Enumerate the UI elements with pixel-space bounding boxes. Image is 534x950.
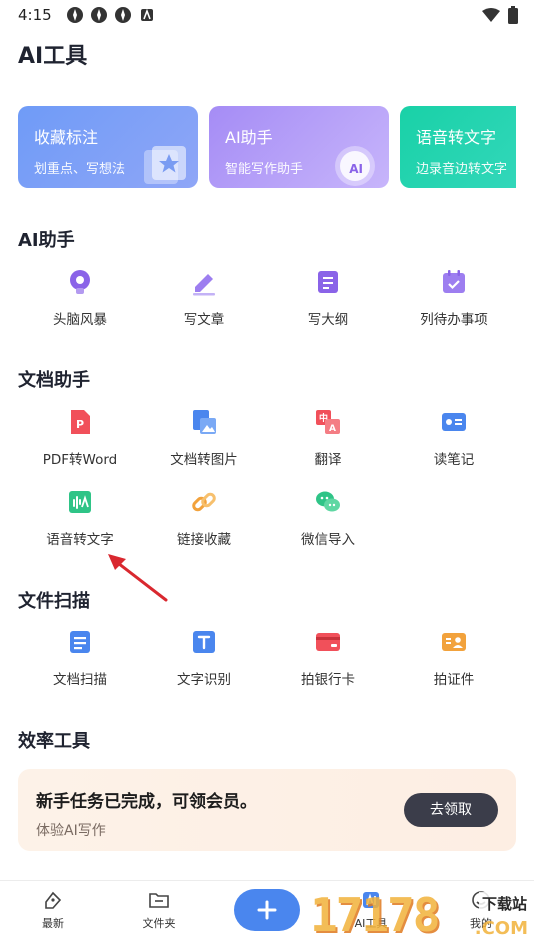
grid-item-speech-to-text[interactable]: 语音转文字	[18, 488, 142, 548]
grid-item-doc-scan[interactable]: 文档扫描	[18, 628, 142, 688]
plus-icon	[257, 900, 277, 920]
grid-item-label: 头脑风暴	[53, 312, 107, 328]
grid-item-label: 列待办事项	[420, 312, 488, 328]
grid-item-label: 文字识别	[177, 672, 231, 688]
status-right	[482, 6, 518, 24]
status-time: 4:15	[18, 6, 52, 24]
section-title-scan: 文件扫描	[18, 591, 90, 612]
watermark-domain: .COM	[474, 918, 528, 939]
nav-recent[interactable]: 最新	[8, 889, 98, 931]
grid-item-label: 链接收藏	[177, 532, 231, 548]
grid-item-doc-to-image[interactable]: 文档转图片	[142, 408, 266, 468]
grid-item-translate[interactable]: 中A 翻译	[266, 408, 390, 468]
add-button[interactable]	[234, 889, 300, 931]
app-notification-icon	[66, 7, 83, 23]
svg-text:A: A	[329, 424, 336, 434]
grid-item-pdf-to-word[interactable]: P PDF转Word	[18, 408, 142, 468]
claim-button[interactable]: 去领取	[404, 793, 498, 827]
text-ocr-icon	[193, 631, 215, 653]
pdf-icon: P	[71, 410, 90, 434]
grid-item-write-article[interactable]: 写文章	[142, 268, 266, 328]
nav-label: 最新	[42, 917, 64, 930]
id-card-icon	[442, 633, 466, 651]
calendar-check-icon	[443, 270, 465, 293]
grid-item-label: 写大纲	[307, 312, 349, 328]
grid-item-bank-card[interactable]: 拍银行卡	[266, 628, 390, 688]
site-watermark: 17178 下载站 .COM	[306, 884, 534, 950]
grid-item-label: 拍证件	[433, 672, 475, 688]
page-title: AI工具	[18, 44, 88, 69]
svg-text:中: 中	[319, 412, 328, 424]
ai-badge-text: AI	[349, 162, 363, 176]
section-title-efficiency: 效率工具	[18, 731, 90, 752]
watermark-site: 下载站	[478, 892, 530, 915]
nav-label: 文件夹	[142, 917, 176, 930]
card-favorite-annotate[interactable]: 收藏标注 划重点、写想法	[18, 106, 198, 188]
card-title: 语音转文字	[416, 128, 497, 147]
brain-icon	[70, 270, 90, 294]
grid-item-label: 写文章	[183, 312, 225, 328]
grid-item-read-notes[interactable]: 读笔记	[392, 408, 516, 468]
pen-icon	[193, 274, 215, 296]
grid-item-brainstorm[interactable]: 头脑风暴	[18, 268, 142, 328]
app-notification-icon	[114, 7, 131, 23]
wechat-icon	[316, 491, 340, 512]
grid-item-label: PDF转Word	[42, 452, 118, 468]
star-card-icon	[144, 146, 186, 184]
audio-text-icon	[69, 491, 91, 513]
grid-item-label: 拍银行卡	[301, 672, 355, 688]
doc-scan-icon	[70, 631, 90, 653]
card-subtitle: 边录音边转文字	[416, 162, 508, 177]
grid-item-label: 微信导入	[301, 532, 355, 548]
bank-card-icon	[316, 633, 340, 651]
recent-icon	[45, 891, 62, 909]
translate-icon: 中A	[316, 410, 340, 434]
grid-item-label: 文档转图片	[170, 452, 238, 468]
grid-item-write-outline[interactable]: 写大纲	[266, 268, 390, 328]
notes-icon	[442, 413, 466, 431]
grid-item-wechat-import[interactable]: 微信导入	[266, 488, 390, 548]
card-ai-assistant[interactable]: AI助手 智能写作助手 AI	[209, 106, 389, 188]
promo-banner: 新手任务已完成，可领会员。 体验AI写作 去领取	[18, 769, 516, 851]
nav-folder[interactable]: 文件夹	[114, 889, 204, 931]
grid-item-label: 读笔记	[433, 452, 475, 468]
watermark-number: 17178	[310, 888, 440, 942]
svg-text:P: P	[76, 418, 84, 431]
battery-icon	[508, 6, 518, 24]
grid-item-text-recognition[interactable]: 文字识别	[142, 628, 266, 688]
section-title-ai: AI助手	[18, 230, 75, 251]
grid-item-link-collect[interactable]: 链接收藏	[142, 488, 266, 548]
grid-item-todo-list[interactable]: 列待办事项	[392, 268, 516, 328]
quick-cards: 收藏标注 划重点、写想法 AI助手 智能写作助手 AI 语音转文字 边录音边转文…	[18, 106, 516, 188]
app-notification-icon	[90, 7, 107, 23]
link-icon	[192, 492, 216, 512]
wifi-icon	[482, 8, 500, 22]
grid-item-id-photo[interactable]: 拍证件	[392, 628, 516, 688]
outline-icon	[318, 271, 338, 293]
section-title-doc: 文档助手	[18, 370, 90, 391]
grid-item-label: 语音转文字	[46, 532, 114, 548]
status-bar: 4:15	[0, 0, 534, 30]
text-notification-icon	[140, 8, 153, 21]
grid-item-label: 文档扫描	[53, 672, 107, 688]
doc-image-icon	[193, 410, 216, 434]
annotation-arrow-icon	[108, 554, 168, 602]
card-speech-to-text[interactable]: 语音转文字 边录音边转文字	[400, 106, 516, 188]
grid-item-label: 翻译	[314, 452, 342, 468]
folder-icon	[149, 893, 169, 908]
